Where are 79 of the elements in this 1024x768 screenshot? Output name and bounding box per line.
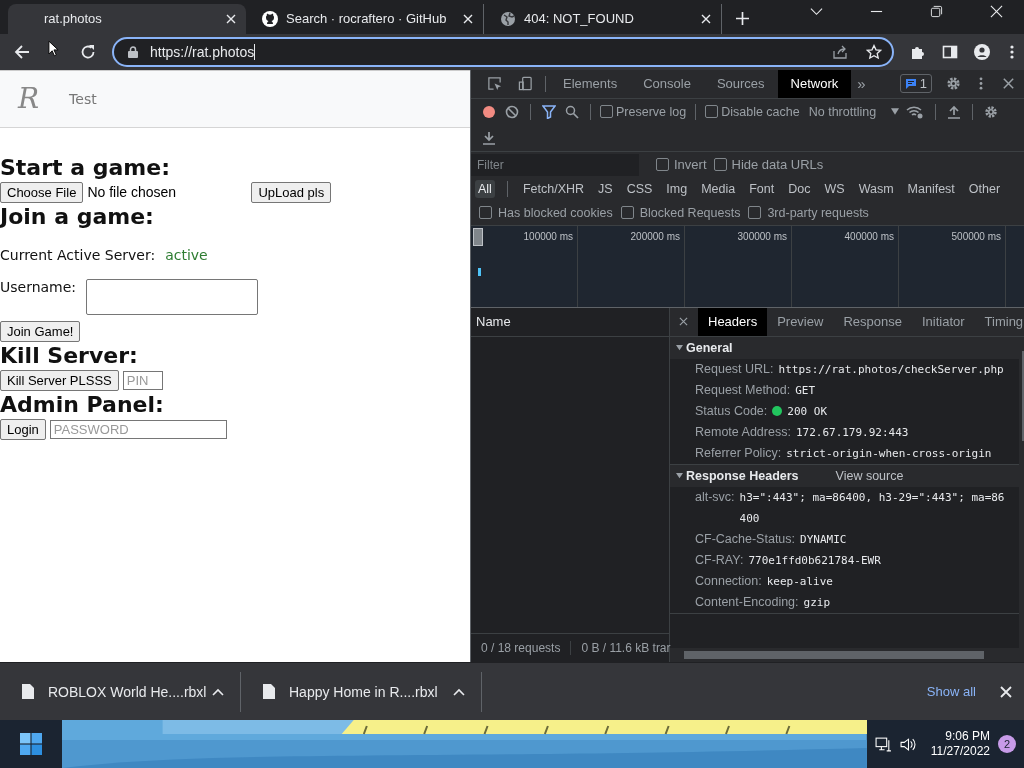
- section-title[interactable]: General: [686, 340, 733, 355]
- header-row-text: Request Method: GET: [694, 381, 817, 399]
- login-button[interactable]: Login: [0, 418, 46, 440]
- download-item[interactable]: ROBLOX World He....rbxl: [0, 663, 240, 720]
- more-tabs-button[interactable]: »: [851, 75, 872, 93]
- details-tab[interactable]: Headers: [698, 307, 768, 336]
- filter-field[interactable]: Filter: [471, 153, 639, 176]
- type-filter[interactable]: Wasm: [855, 180, 897, 199]
- tick-label: 500000 ms: [951, 230, 1001, 242]
- password-field[interactable]: PASSWORD: [49, 419, 227, 439]
- browser-tab[interactable]: 404: NOT_FOUND: [484, 3, 722, 34]
- show-all-link[interactable]: Show all: [926, 684, 976, 699]
- address-bar[interactable]: https://rat.photos: [112, 36, 894, 67]
- type-filter[interactable]: Img: [663, 180, 691, 199]
- details-tab[interactable]: Initiator: [911, 307, 975, 336]
- browser-tab[interactable]: Search · rocraftero · GitHub: [246, 3, 484, 34]
- time: 9:06 PM: [945, 729, 990, 744]
- header-row-text: Status Code: 200 OK: [694, 402, 828, 420]
- browser-tab[interactable]: rat.photos: [8, 3, 246, 34]
- download-item[interactable]: Happy Home in R....rbxl: [241, 663, 481, 720]
- upload-button[interactable]: UpLoad pls: [251, 181, 332, 203]
- tick-label: 300000 ms: [737, 230, 787, 242]
- server-label: Current Active Server:: [0, 246, 156, 263]
- tick-label: 200000 ms: [630, 230, 680, 242]
- devtools-tab[interactable]: Sources: [703, 69, 778, 98]
- section-heading: Admin Panel:: [0, 390, 165, 419]
- type-filter[interactable]: Other: [965, 180, 1004, 199]
- file-status: No file chosen: [87, 184, 178, 201]
- issues-count: 1: [919, 76, 927, 92]
- type-filter[interactable]: JS: [595, 180, 616, 199]
- date: 11/27/2022: [930, 744, 990, 759]
- details-tab[interactable]: Timing: [974, 307, 1024, 336]
- clock[interactable]: 9:06 PM 11/27/2022: [930, 729, 990, 759]
- username-label: Username:: [0, 278, 77, 295]
- header-row-text: Remote Address: 172.67.179.92:443: [694, 423, 910, 441]
- checkbox-label: Blocked Requests: [639, 205, 741, 220]
- tick-label: 100000 ms: [523, 230, 573, 242]
- column-header[interactable]: Name: [476, 314, 511, 330]
- type-filter[interactable]: WS: [821, 180, 848, 199]
- devtools-tab[interactable]: Console: [630, 69, 704, 98]
- devtools-tab[interactable]: Network: [777, 69, 852, 98]
- header-row-text: CF-RAY: 770e1ffd0b621784-EWR: [694, 551, 882, 569]
- type-filter[interactable]: Media: [698, 180, 739, 199]
- section-heading: Start a game:: [0, 153, 171, 182]
- type-filter[interactable]: Fetch/XHR: [519, 180, 588, 199]
- issues-badge[interactable]: 1: [899, 74, 932, 94]
- type-filter[interactable]: Font: [746, 180, 778, 199]
- section-heading: Kill Server:: [0, 341, 139, 370]
- checkbox-label: Invert: [674, 157, 707, 173]
- view-source-link[interactable]: View source: [835, 468, 904, 483]
- details-tab[interactable]: Preview: [767, 307, 834, 336]
- nav-link[interactable]: Test: [69, 90, 97, 107]
- header-row-text: Content-Encoding: gzip: [694, 593, 832, 611]
- checkbox-label: Disable cache: [721, 104, 800, 119]
- details-tab[interactable]: Response: [833, 307, 912, 336]
- tick-label: 400000 ms: [844, 230, 894, 242]
- type-filter[interactable]: Doc: [785, 180, 814, 199]
- kill-server-button[interactable]: Kill Server PLSSS: [0, 369, 119, 391]
- throttling-dropdown[interactable]: No throttling: [808, 104, 877, 119]
- header-row-text: Referrer Policy: strict-origin-when-cross-origin: [694, 444, 993, 462]
- join-game-button[interactable]: Join Game!: [0, 320, 81, 342]
- pin-field[interactable]: PIN: [122, 370, 163, 390]
- header-row-text: Connection: keep-alive: [694, 572, 834, 590]
- checkbox-label: Preserve log: [616, 104, 687, 119]
- header-row-text: Request URL: https://rat.photos/checkServer.php: [694, 360, 1005, 378]
- type-filter[interactable]: All: [475, 180, 495, 199]
- request-count: 0 / 18 requests: [480, 641, 562, 655]
- checkbox-label: Has blocked cookies: [498, 205, 613, 220]
- devtools-tab[interactable]: Elements: [550, 69, 631, 98]
- choose-file-button[interactable]: Choose File: [0, 181, 84, 203]
- type-filter[interactable]: CSS: [623, 180, 656, 199]
- checkbox-label: 3rd-party requests: [767, 205, 869, 220]
- type-filter[interactable]: Manifest: [904, 180, 958, 199]
- header-row-text: CF-Cache-Status: DYNAMIC: [694, 530, 848, 548]
- section-title[interactable]: Response Headers: [686, 468, 799, 483]
- notification-badge[interactable]: 2: [998, 735, 1016, 753]
- header-row-text: alt-svc: h3=":443"; ma=86400, h3-29=":443"; ma=86400: [694, 488, 1006, 527]
- server-status: active: [165, 246, 208, 263]
- checkbox-label: Hide data URLs: [731, 157, 824, 173]
